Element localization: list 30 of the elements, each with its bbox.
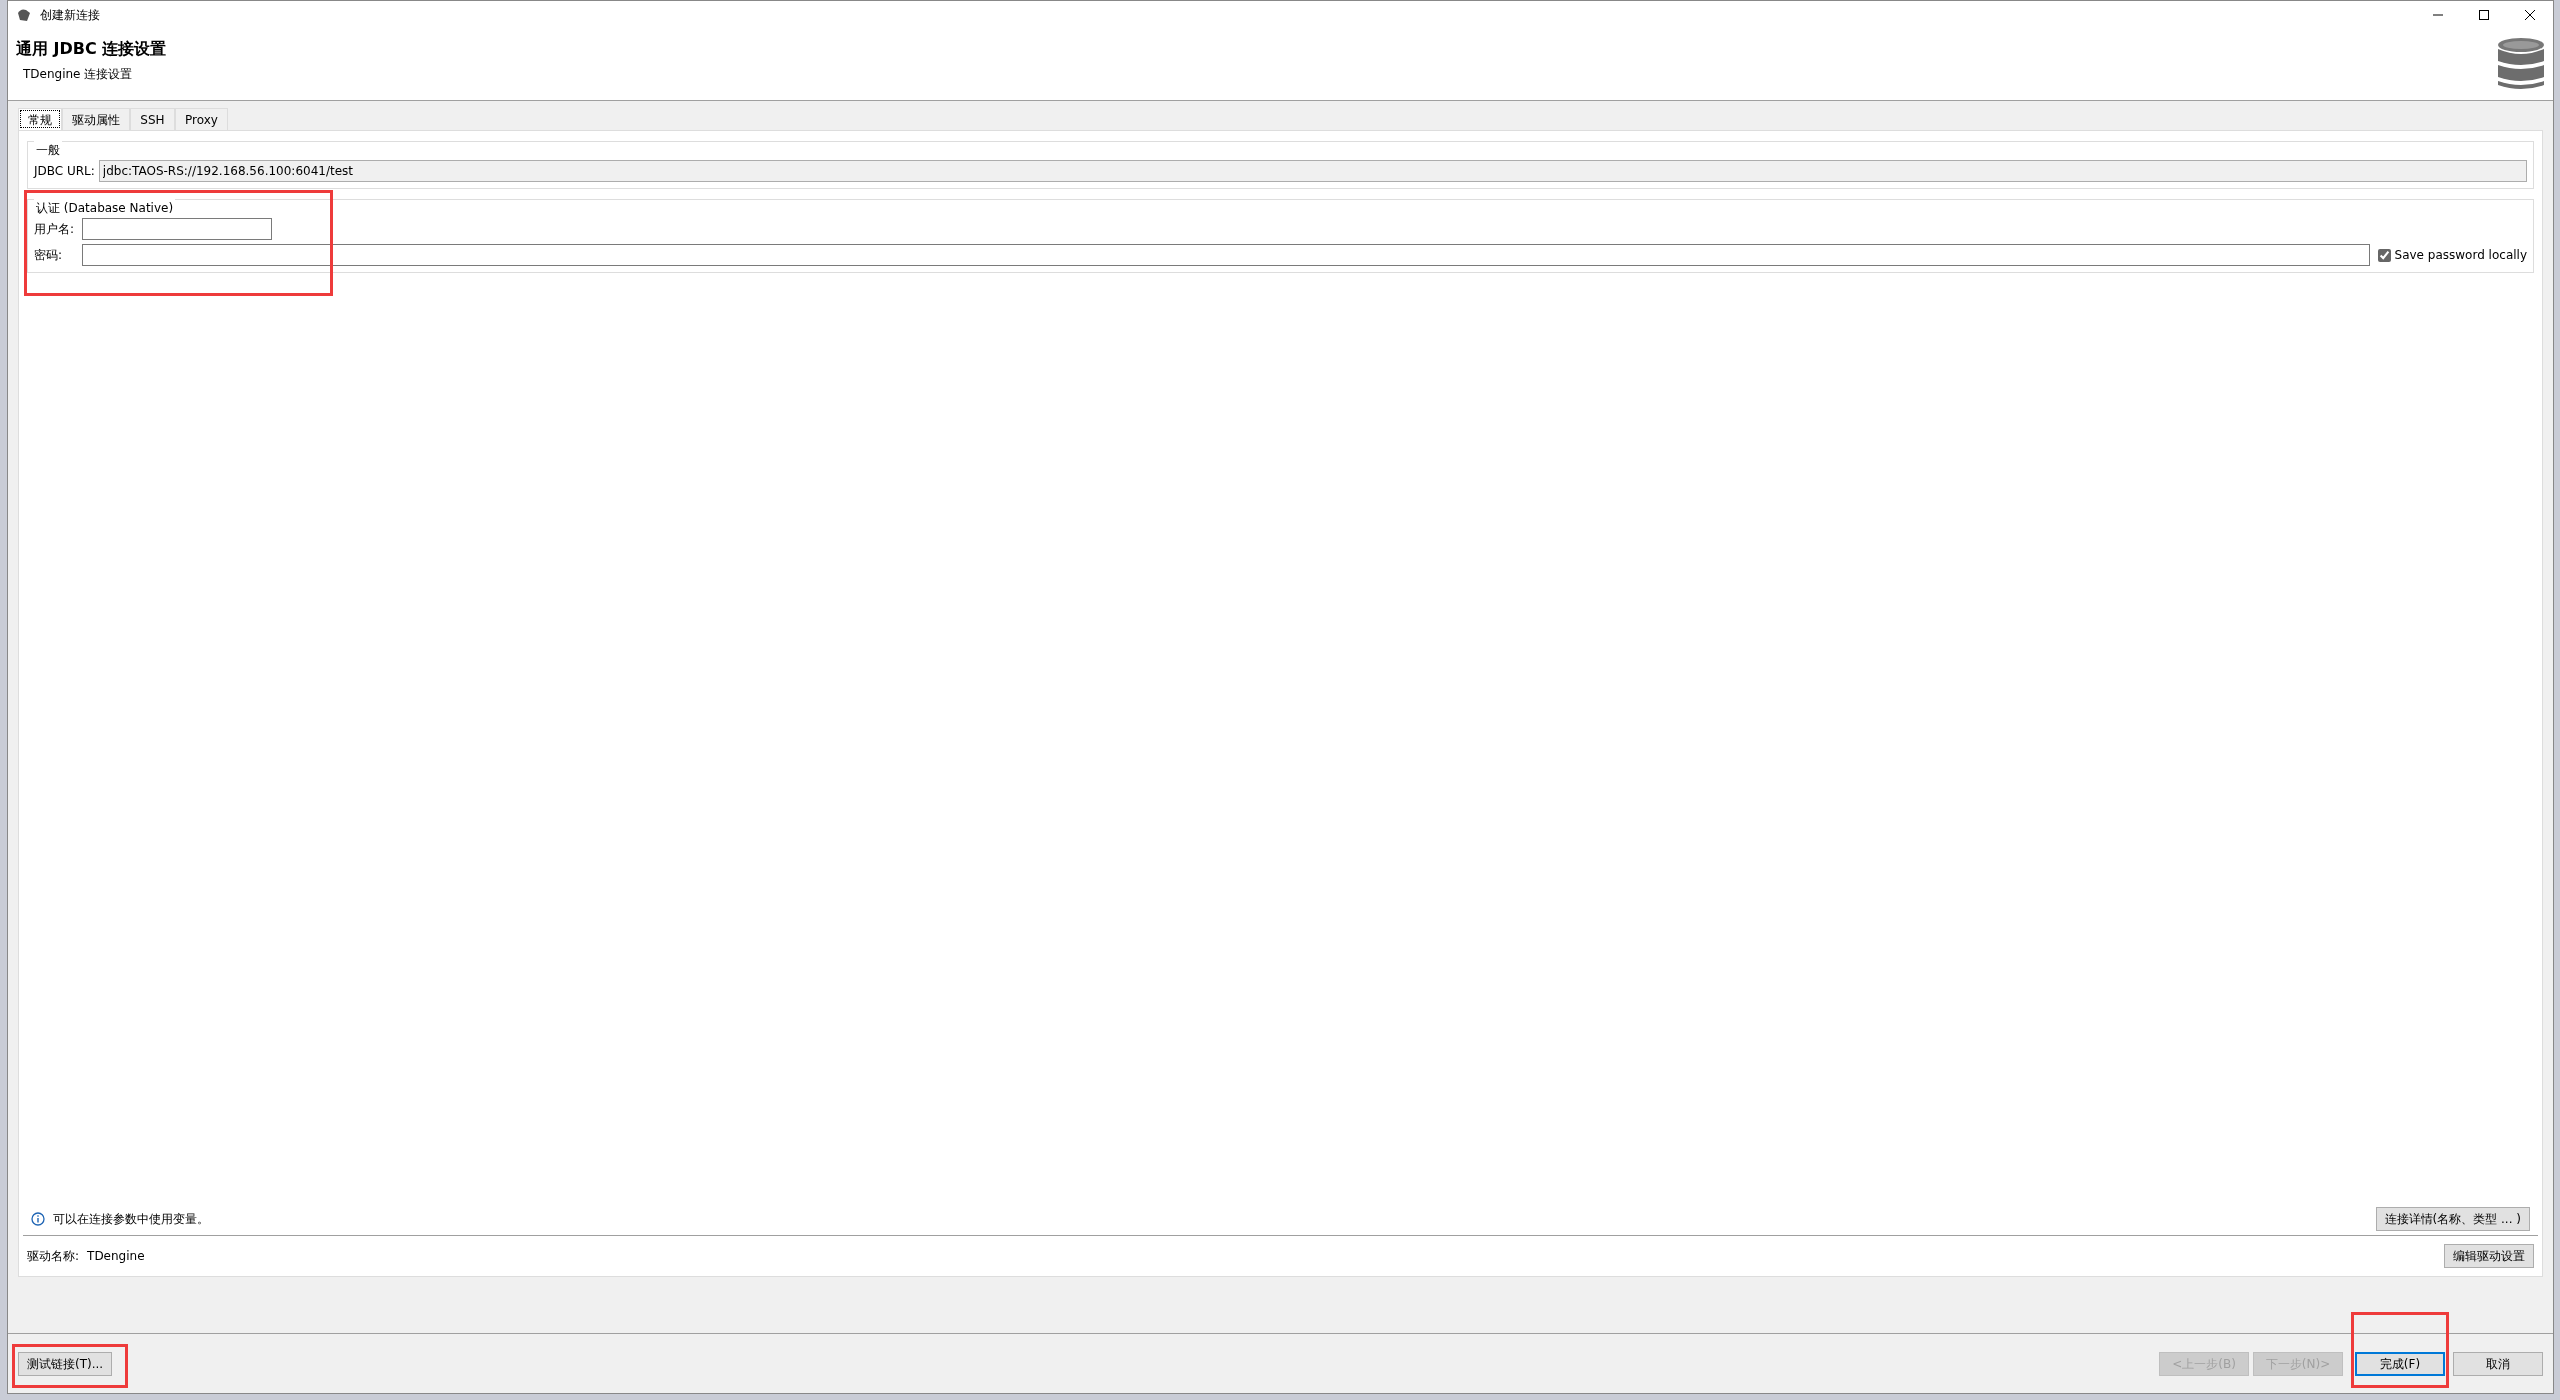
password-field[interactable] [82,244,2370,266]
database-icon [2497,37,2545,91]
checkbox-label: Save password locally [2394,247,2527,264]
url-field[interactable]: jdbc:TAOS-RS://192.168.56.100:6041/test [98,160,2527,182]
group-title: 认证 (Database Native) [34,199,176,217]
group-title: 一般 [34,141,62,159]
tab[interactable]: SSH [130,108,175,130]
edit-driver-button[interactable]: 编辑驱动设置 [2444,1244,2534,1268]
tab[interactable]: Proxy [175,108,228,130]
connection-details-button[interactable]: 连接详情(名称、类型 ... ) [2375,1207,2530,1231]
driver-label: 驱动名称: [27,1248,80,1265]
close-icon [2524,9,2536,21]
password-label: 密码: [34,247,64,264]
tab[interactable]: 驱动属性 [62,108,130,130]
test-connection-button[interactable]: 测试链接(T)... [18,1351,113,1376]
save-password-checkbox[interactable] [2377,248,2391,262]
maximize-icon [2478,9,2490,21]
dialog-subtitle: TDengine 连接设置 [23,66,134,83]
wizard-button[interactable]: 取消 [2453,1351,2543,1376]
username-field[interactable] [82,218,272,240]
info-text: 可以在连接参数中使用变量。 [53,1211,209,1228]
username-label: 用户名: [34,221,76,238]
info-icon [31,1212,45,1226]
dialog-title: 通用 JDBC 连接设置 [16,38,167,60]
wizard-button[interactable]: 完成(F) [2355,1351,2445,1376]
tab[interactable]: 常规 [18,108,62,130]
url-label: JDBC URL: [34,163,95,180]
window-title: 创建新连接 [40,7,100,24]
app-icon [16,7,32,23]
driver-name: TDengine [87,1248,145,1265]
